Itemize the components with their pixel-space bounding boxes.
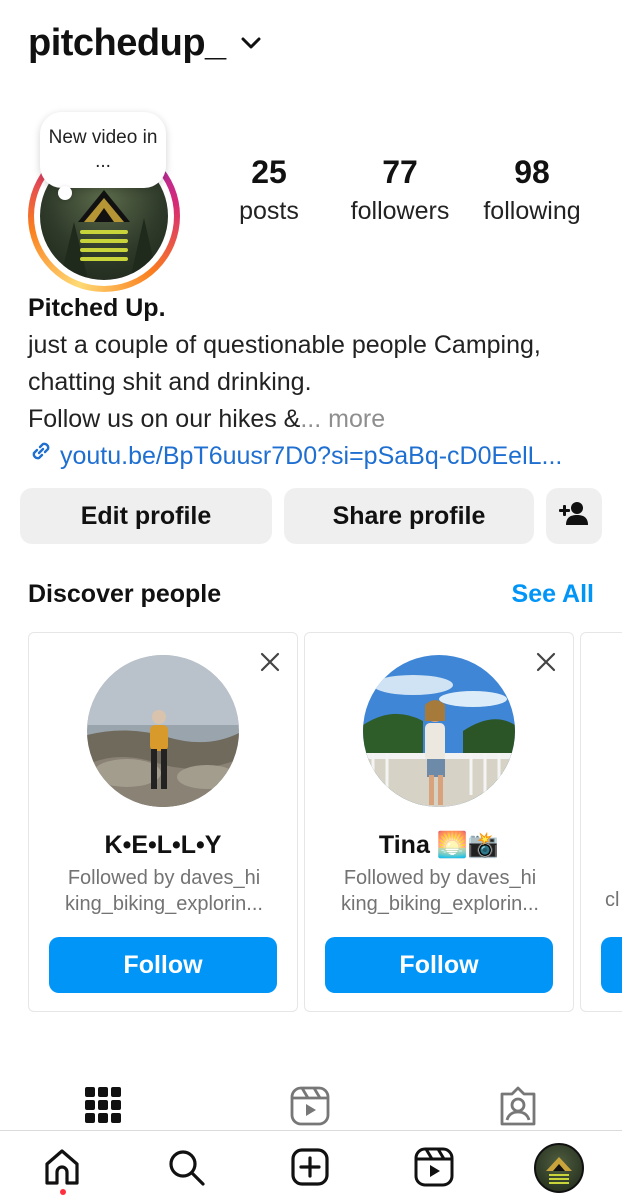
bottom-navigation: [0, 1130, 622, 1200]
avatar[interactable]: [87, 655, 239, 807]
bio-line-3: Follow us on our hikes &... more: [28, 401, 608, 438]
suggestion-name: Tina 🌅📸: [378, 831, 500, 859]
chevron-down-icon[interactable]: [240, 36, 262, 55]
follow-button[interactable]: [601, 937, 622, 993]
stat-following[interactable]: 98 following: [474, 154, 590, 226]
suggestion-card[interactable]: Tina 🌅📸 Followed by daves_hi king_biking…: [304, 632, 574, 1012]
edit-profile-button[interactable]: Edit profile: [20, 488, 272, 544]
reels-nav-icon[interactable]: [414, 1147, 454, 1192]
follow-button[interactable]: Follow: [325, 937, 553, 993]
follow-button[interactable]: Follow: [49, 937, 277, 993]
profile-display-name: Pitched Up.: [28, 294, 166, 322]
stat-label: posts: [239, 197, 299, 225]
stat-followers[interactable]: 77 followers: [340, 154, 460, 226]
close-icon[interactable]: [259, 651, 281, 678]
search-icon[interactable]: [166, 1147, 206, 1192]
suggestion-card[interactable]: K•E•L•L•Y Followed by daves_hi king_biki…: [28, 632, 298, 1012]
bio-more-link[interactable]: ... more: [300, 405, 385, 433]
profile-header: pitchedup_: [28, 22, 262, 65]
profile-actions: Edit profile Share profile: [20, 488, 602, 544]
story-note-bubble[interactable]: New video in ...: [40, 112, 166, 188]
link-text: youtu.be/BpT6uusr7D0?si=pSaBq-cD0EelL...: [60, 442, 563, 470]
bio-line: Follow us on our hikes &: [28, 405, 301, 433]
see-all-link[interactable]: See All: [512, 580, 594, 609]
link-icon: [28, 438, 54, 475]
reels-icon[interactable]: [290, 1086, 330, 1131]
suggestion-subtitle: Followed by daves_hi king_biking_explori…: [341, 867, 539, 915]
tagged-icon[interactable]: [498, 1086, 538, 1131]
suggestion-name: K•E•L•L•Y: [104, 831, 222, 859]
profile-link[interactable]: youtu.be/BpT6uusr7D0?si=pSaBq-cD0EelL...: [28, 438, 608, 475]
suggestion-card-partial[interactable]: cl: [580, 632, 622, 1012]
notification-dot: [60, 1189, 66, 1195]
bio-line: just a couple of questionable people Cam…: [28, 331, 541, 359]
suggestion-subtitle: Followed by daves_hi king_biking_explori…: [65, 867, 263, 915]
stat-number: 77: [382, 154, 418, 190]
story-note-tail: [58, 186, 72, 200]
stat-number: 25: [251, 154, 287, 190]
suggestion-subtitle: cl: [605, 889, 620, 911]
share-profile-button[interactable]: Share profile: [284, 488, 534, 544]
stat-posts[interactable]: 25 posts: [226, 154, 312, 226]
stat-number: 98: [514, 154, 550, 190]
username[interactable]: pitchedup_: [28, 22, 226, 65]
create-post-icon[interactable]: [290, 1147, 330, 1192]
profile-content-tabs: [0, 1082, 622, 1130]
add-person-icon: [558, 500, 590, 533]
discover-people-button[interactable]: [546, 488, 602, 544]
home-icon[interactable]: [42, 1147, 82, 1192]
bio-line: chatting shit and drinking.: [28, 368, 312, 396]
stat-label: following: [483, 197, 581, 225]
discover-title: Discover people: [28, 580, 222, 608]
close-icon[interactable]: [535, 651, 557, 678]
profile-nav-avatar[interactable]: [534, 1143, 584, 1193]
grid-icon[interactable]: [84, 1086, 122, 1129]
profile-bio: Pitched Up. just a couple of questionabl…: [28, 290, 608, 475]
stat-label: followers: [350, 197, 450, 225]
avatar[interactable]: [363, 655, 515, 807]
